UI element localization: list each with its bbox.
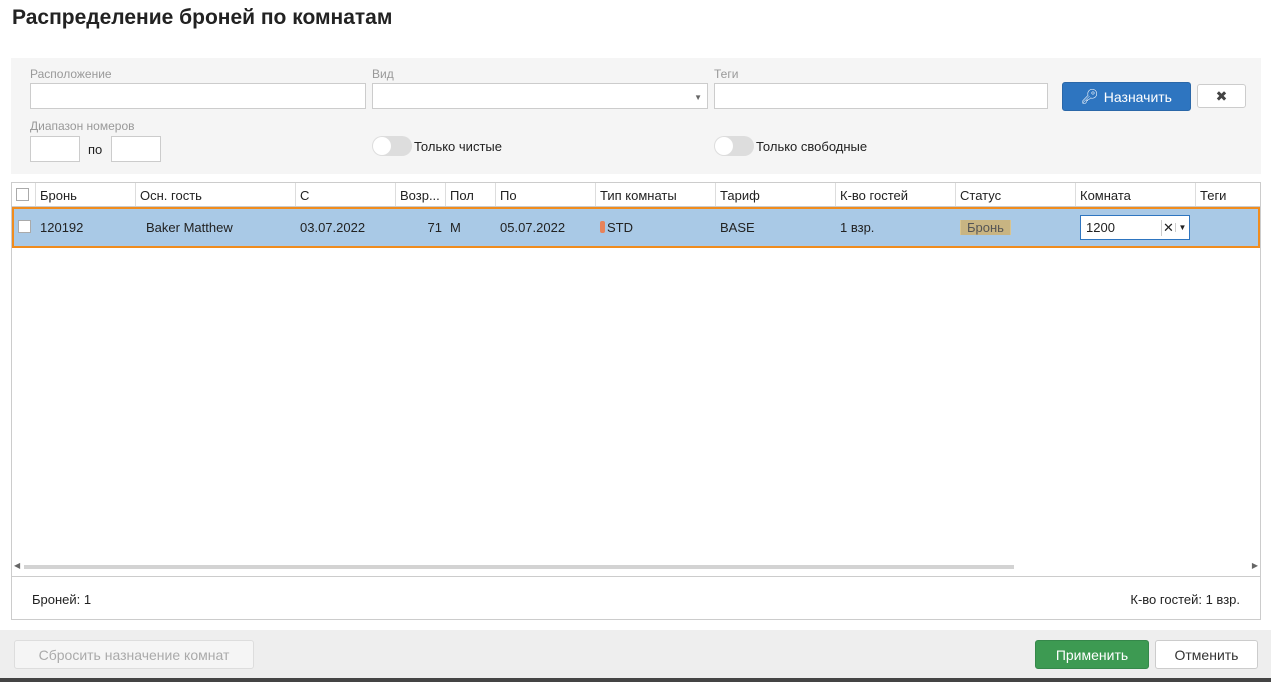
col-guest[interactable]: Осн. гость	[136, 183, 296, 206]
page-title: Распределение броней по комнатам	[12, 6, 393, 29]
col-guests[interactable]: К-во гостей	[836, 183, 956, 206]
apply-button[interactable]: Применить	[1035, 640, 1149, 669]
col-from[interactable]: С	[296, 183, 396, 206]
table-footer: Броней: 1 К-во гостей: 1 взр.	[12, 576, 1260, 619]
range-separator: по	[88, 142, 103, 157]
cell-room: 1200 ✕ ▼	[1076, 215, 1196, 240]
cell-room-type: STD	[596, 220, 716, 235]
col-status[interactable]: Статус	[956, 183, 1076, 206]
col-age[interactable]: Возр...	[396, 183, 446, 206]
room-select[interactable]: 1200 ✕ ▼	[1080, 215, 1190, 240]
assign-label: Назначить	[1103, 88, 1172, 105]
cell-guests: 1 взр.	[840, 220, 875, 235]
cell-age: 71	[427, 220, 442, 235]
cancel-button[interactable]: Отменить	[1155, 640, 1258, 669]
table-header: Бронь Осн. гость С Возр... Пол По Тип ко…	[12, 183, 1260, 207]
col-booking[interactable]: Бронь	[36, 183, 136, 206]
select-all-checkbox[interactable]	[12, 183, 36, 206]
only-clean-label: Только чистые	[414, 139, 502, 154]
room-type-text: STD	[607, 220, 633, 235]
cell-rate: BASE	[720, 220, 755, 235]
clear-room-icon[interactable]: ✕	[1161, 219, 1175, 236]
only-free-label: Только свободные	[756, 139, 868, 154]
guests-count: К-во гостей: 1 взр.	[1130, 592, 1240, 607]
range-from-input[interactable]	[30, 136, 80, 162]
cell-sex: M	[450, 220, 461, 235]
bookings-table: Бронь Осн. гость С Возр... Пол По Тип ко…	[11, 182, 1261, 620]
chevron-down-icon[interactable]: ▼	[1175, 223, 1189, 232]
cell-from: 03.07.2022	[300, 220, 366, 235]
col-tags[interactable]: Теги	[1196, 183, 1258, 206]
view-select[interactable]: ▼	[372, 83, 708, 109]
location-input[interactable]	[30, 83, 366, 109]
scroll-left-icon[interactable]: ◀	[14, 561, 20, 570]
room-type-color-marker	[600, 221, 605, 233]
only-free-toggle[interactable]	[714, 136, 754, 156]
key-icon: 🔑︎	[1081, 88, 1099, 104]
filter-panel: Расположение Вид ▼ Теги 🔑︎ Назначить ✖ Ди…	[11, 58, 1261, 174]
scroll-right-icon[interactable]: ▶	[1252, 561, 1258, 570]
cell-to: 05.07.2022	[500, 220, 566, 235]
chevron-down-icon: ▼	[694, 93, 702, 102]
tags-input[interactable]	[714, 83, 1048, 109]
cell-status: Бронь	[956, 220, 1076, 235]
location-label: Расположение	[30, 67, 112, 81]
assign-button[interactable]: 🔑︎ Назначить	[1062, 82, 1191, 111]
tags-label: Теги	[714, 67, 739, 81]
view-label: Вид	[372, 67, 394, 81]
cell-guest: Baker Matthew	[146, 220, 233, 235]
col-room-type[interactable]: Тип комнаты	[596, 183, 716, 206]
col-rate[interactable]: Тариф	[716, 183, 836, 206]
room-value: 1200	[1086, 220, 1115, 235]
cell-booking: 120192	[40, 220, 84, 235]
background-taskbar	[0, 678, 1271, 682]
range-label: Диапазон номеров	[30, 119, 135, 133]
only-clean-toggle[interactable]	[372, 136, 412, 156]
range-to-input[interactable]	[111, 136, 161, 162]
table-row[interactable]: 120192 Baker Matthew 03.07.2022 71 M 05.…	[12, 207, 1260, 248]
col-sex[interactable]: Пол	[446, 183, 496, 206]
clear-filters-button[interactable]: ✖	[1197, 84, 1246, 108]
horizontal-scrollbar[interactable]	[24, 565, 1014, 569]
col-to[interactable]: По	[496, 183, 596, 206]
reset-assignment-button[interactable]: Сбросить назначение комнат	[14, 640, 254, 669]
col-room[interactable]: Комната	[1076, 183, 1196, 206]
status-badge: Бронь	[960, 220, 1011, 235]
bookings-count: Броней: 1	[32, 592, 92, 607]
row-checkbox[interactable]	[14, 219, 36, 236]
dialog-footer: Сбросить назначение комнат Применить Отм…	[0, 630, 1271, 678]
